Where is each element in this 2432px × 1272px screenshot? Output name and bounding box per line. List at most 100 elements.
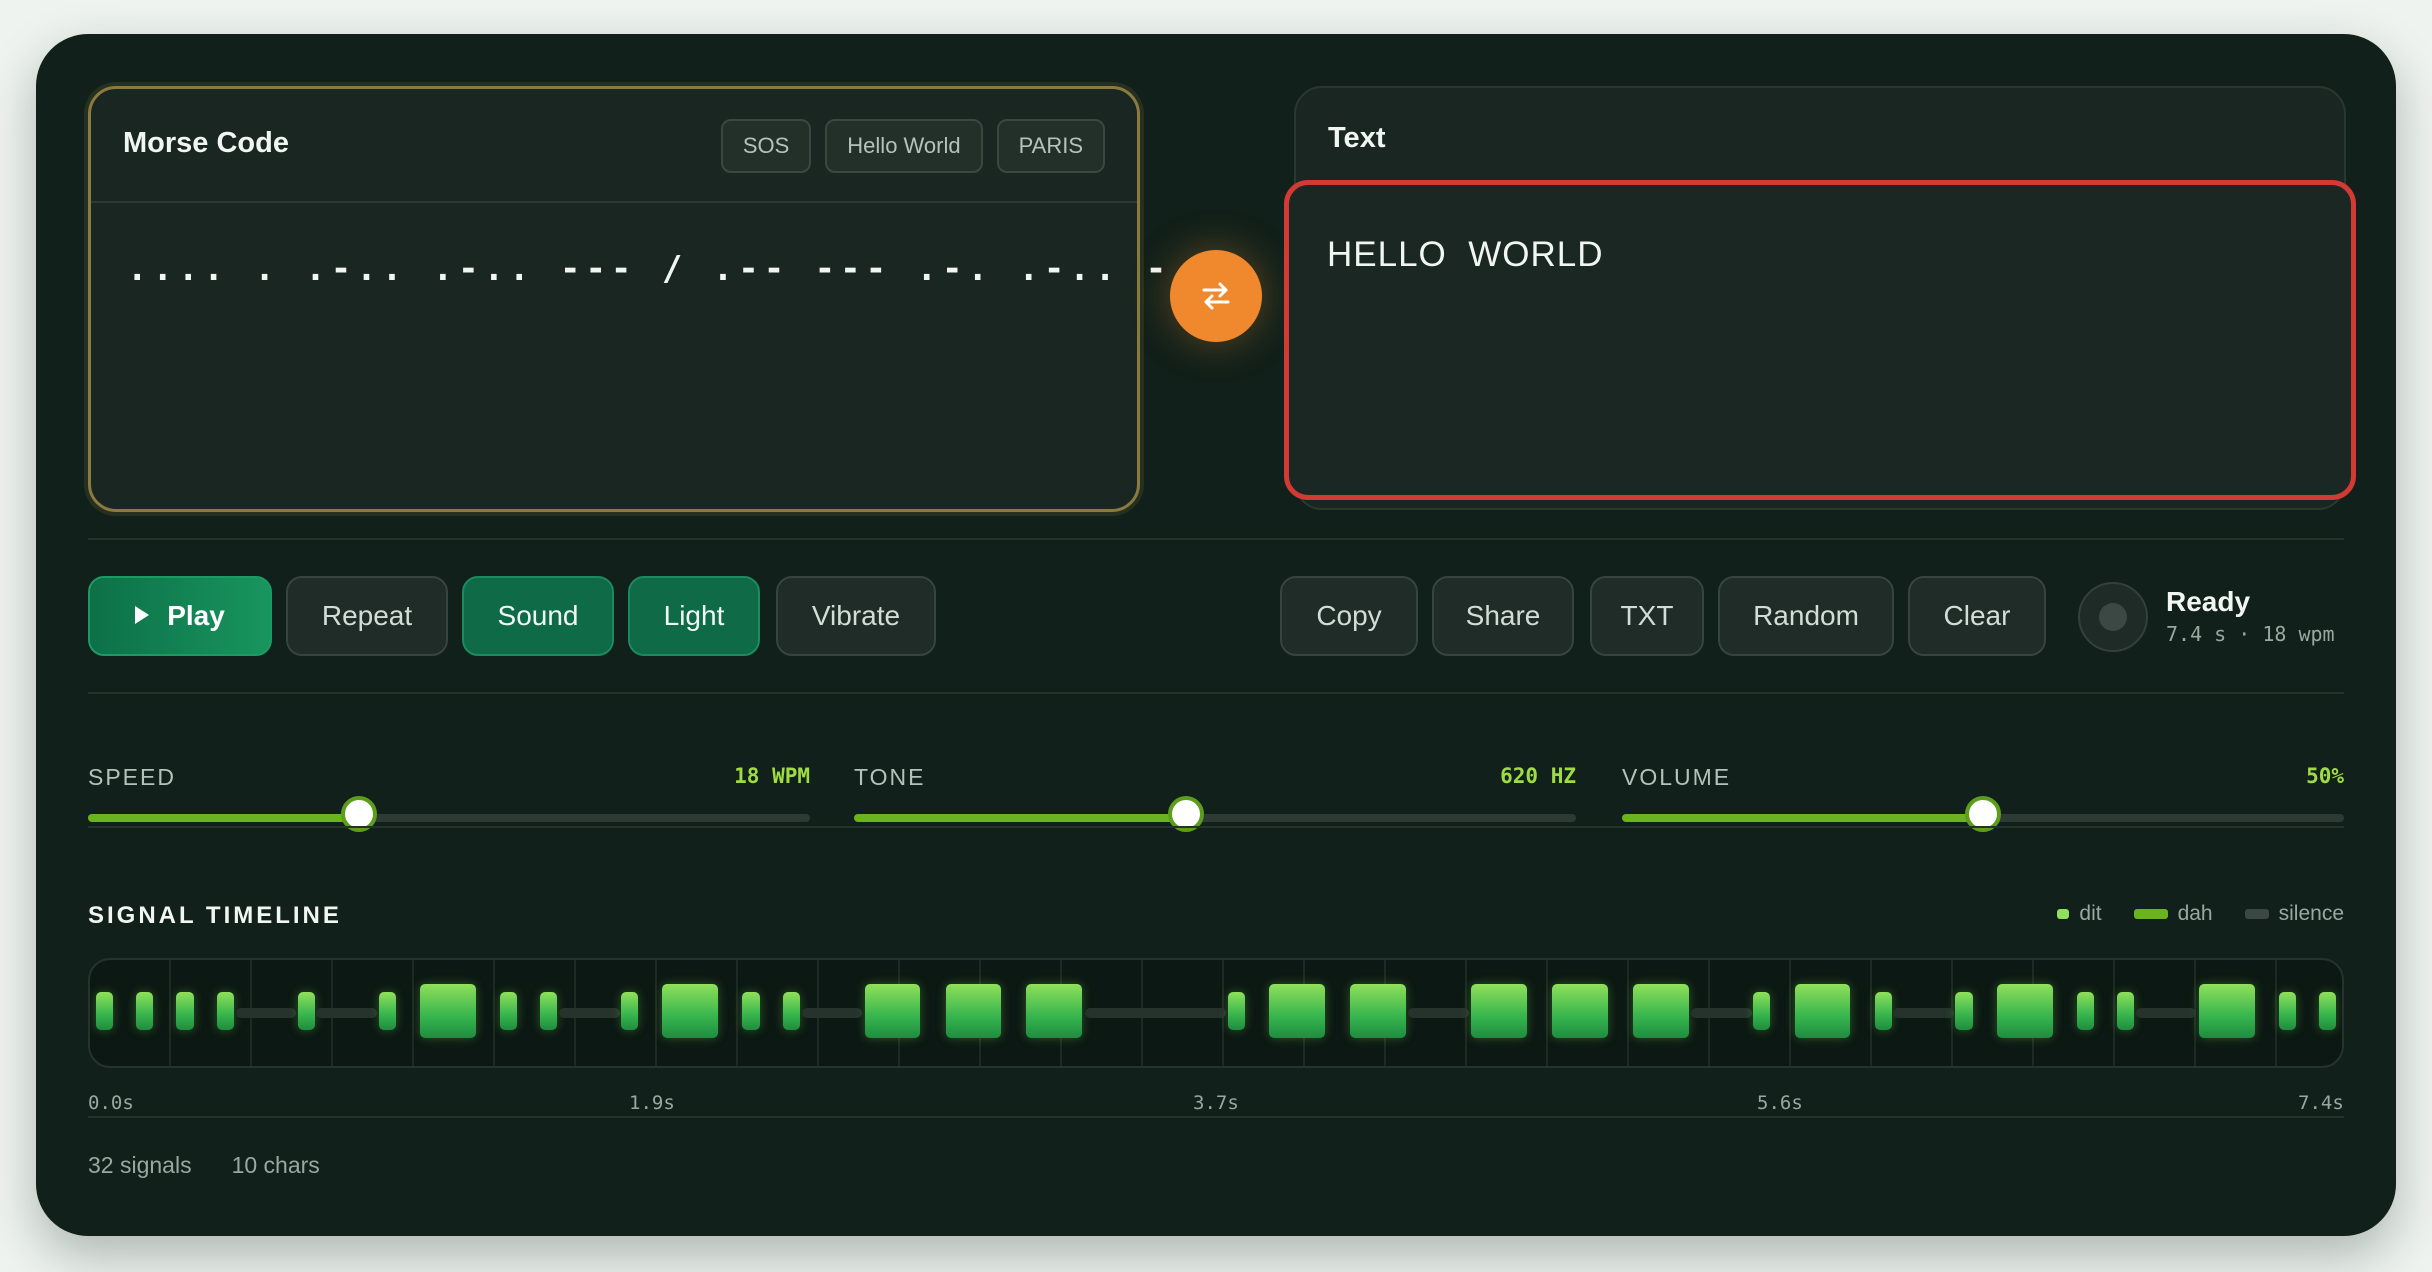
signal-dit [2076, 992, 2094, 1030]
legend-dah-swatch [2133, 909, 2168, 919]
signal-silence [1084, 1008, 1227, 1018]
legend-dit-swatch [2057, 909, 2070, 919]
signal-dah [1794, 984, 1851, 1038]
sound-toggle[interactable]: Sound [462, 576, 614, 656]
signal-dah [1996, 984, 2053, 1038]
signal-dit [2319, 992, 2337, 1030]
legend-silence-label: silence [2278, 902, 2344, 925]
clear-button[interactable]: Clear [1908, 576, 2046, 656]
play-icon [135, 605, 150, 624]
char-count: 10 chars [231, 1152, 320, 1178]
signal-dit [135, 992, 154, 1030]
signal-silence [1691, 1008, 1752, 1018]
legend-silence: silence [2244, 902, 2344, 926]
legend-dit-label: dit [2079, 902, 2102, 925]
tone-label: TONE [854, 764, 926, 790]
vibrate-toggle[interactable]: Vibrate [776, 576, 936, 656]
light-toggle[interactable]: Light [628, 576, 760, 656]
timeline-tick: 5.6s [1757, 1092, 1803, 1114]
swap-button[interactable] [1170, 250, 1262, 342]
legend-silence-swatch [2244, 909, 2269, 919]
signal-dit [1227, 992, 1245, 1030]
speed-fill [88, 814, 359, 822]
tone-value: 620 HZ [1500, 764, 1576, 788]
morse-panel: Morse Code SOS Hello World PARIS .... . … [88, 86, 1217, 512]
footer-stats: 32 signals 10 chars [88, 1152, 320, 1179]
volume-track[interactable] [1622, 796, 2344, 832]
signal-dit [176, 992, 194, 1030]
preset-list: SOS Hello World PARIS [720, 119, 1105, 173]
timeline-tick: 7.4s [2298, 1092, 2344, 1114]
volume-label: VOLUME [1622, 764, 1732, 790]
repeat-button[interactable]: Repeat [286, 576, 448, 656]
preset-hello-world-button[interactable]: Hello World [825, 119, 983, 173]
divider [88, 692, 2344, 694]
signal-dit [621, 992, 639, 1030]
morse-panel-title: Morse Code [123, 127, 289, 159]
signal-dit [2278, 992, 2297, 1030]
text-input[interactable]: HELLO WORLD [1284, 180, 2356, 500]
signal-silence [1893, 1008, 1954, 1018]
speed-label: SPEED [88, 764, 176, 790]
legend-dah: dah [2133, 902, 2213, 926]
tone-track[interactable] [854, 796, 1576, 832]
signal-silence [316, 1008, 378, 1018]
signal-dit [378, 992, 396, 1030]
morse-input[interactable]: .... . .-.. .-.. --- / .-- --- .-. .-.. … [127, 249, 1222, 289]
timeline-tick: 0.0s [88, 1092, 134, 1114]
signal-silence [1408, 1008, 1469, 1018]
divider [88, 1116, 2344, 1118]
copy-button[interactable]: Copy [1280, 576, 1418, 656]
signal-silence [558, 1008, 620, 1018]
preset-paris-button[interactable]: PARIS [996, 119, 1105, 173]
signal-dit [782, 992, 801, 1030]
signal-dah [1551, 984, 1608, 1038]
signal-silence [235, 1008, 297, 1018]
status-subtitle: 7.4 s · 18 wpm [2166, 622, 2335, 646]
txt-button[interactable]: TXT [1590, 576, 1704, 656]
tone-fill [854, 814, 1187, 822]
morse-panel-header: Morse Code SOS Hello World PARIS [91, 89, 1137, 203]
signal-dah [419, 984, 476, 1038]
signal-dit [297, 992, 315, 1030]
signal-dit [742, 992, 760, 1030]
divider [88, 826, 2344, 828]
text-panel-title: Text [1328, 122, 1386, 154]
text-input-value: HELLO WORLD [1327, 235, 1604, 274]
signal-dah [2198, 984, 2255, 1038]
signal-timeline[interactable] [88, 958, 2344, 1068]
timeline-title: SIGNAL TIMELINE [88, 902, 342, 929]
timeline-tick: 3.7s [1193, 1092, 1239, 1114]
signal-dah [945, 984, 1002, 1038]
preset-sos-button[interactable]: SOS [720, 119, 812, 173]
morse-app: Morse Code SOS Hello World PARIS .... . … [36, 34, 2396, 1236]
play-label: Play [167, 600, 225, 631]
signal-silence [2135, 1008, 2197, 1018]
signal-dit [1955, 992, 1973, 1030]
signal-dah [864, 984, 921, 1038]
share-button[interactable]: Share [1432, 576, 1574, 656]
speed-track[interactable] [88, 796, 810, 832]
volume-value: 50% [2306, 764, 2344, 788]
legend-dah-label: dah [2177, 902, 2213, 925]
signal-dah [1471, 984, 1527, 1038]
signal-dah [1026, 984, 1083, 1038]
timeline-legend: dit dah silence [2037, 902, 2344, 926]
timeline-tick: 1.9s [629, 1092, 675, 1114]
signal-dit [499, 992, 517, 1030]
signal-dit [540, 992, 558, 1030]
signal-count: 32 signals [88, 1152, 192, 1178]
signal-dah [1349, 984, 1406, 1038]
legend-dit: dit [2057, 902, 2102, 926]
status-indicator [2078, 582, 2148, 652]
signal-dah [1268, 984, 1325, 1038]
signal-dah [662, 984, 719, 1038]
divider [88, 538, 2344, 540]
play-button[interactable]: Play [88, 576, 272, 656]
signal-dit [2117, 992, 2135, 1030]
signal-dit [216, 992, 234, 1030]
random-button[interactable]: Random [1718, 576, 1894, 656]
swap-arrows-icon [1202, 282, 1230, 310]
signal-dit [1874, 992, 1892, 1030]
signal-dit [95, 992, 113, 1030]
